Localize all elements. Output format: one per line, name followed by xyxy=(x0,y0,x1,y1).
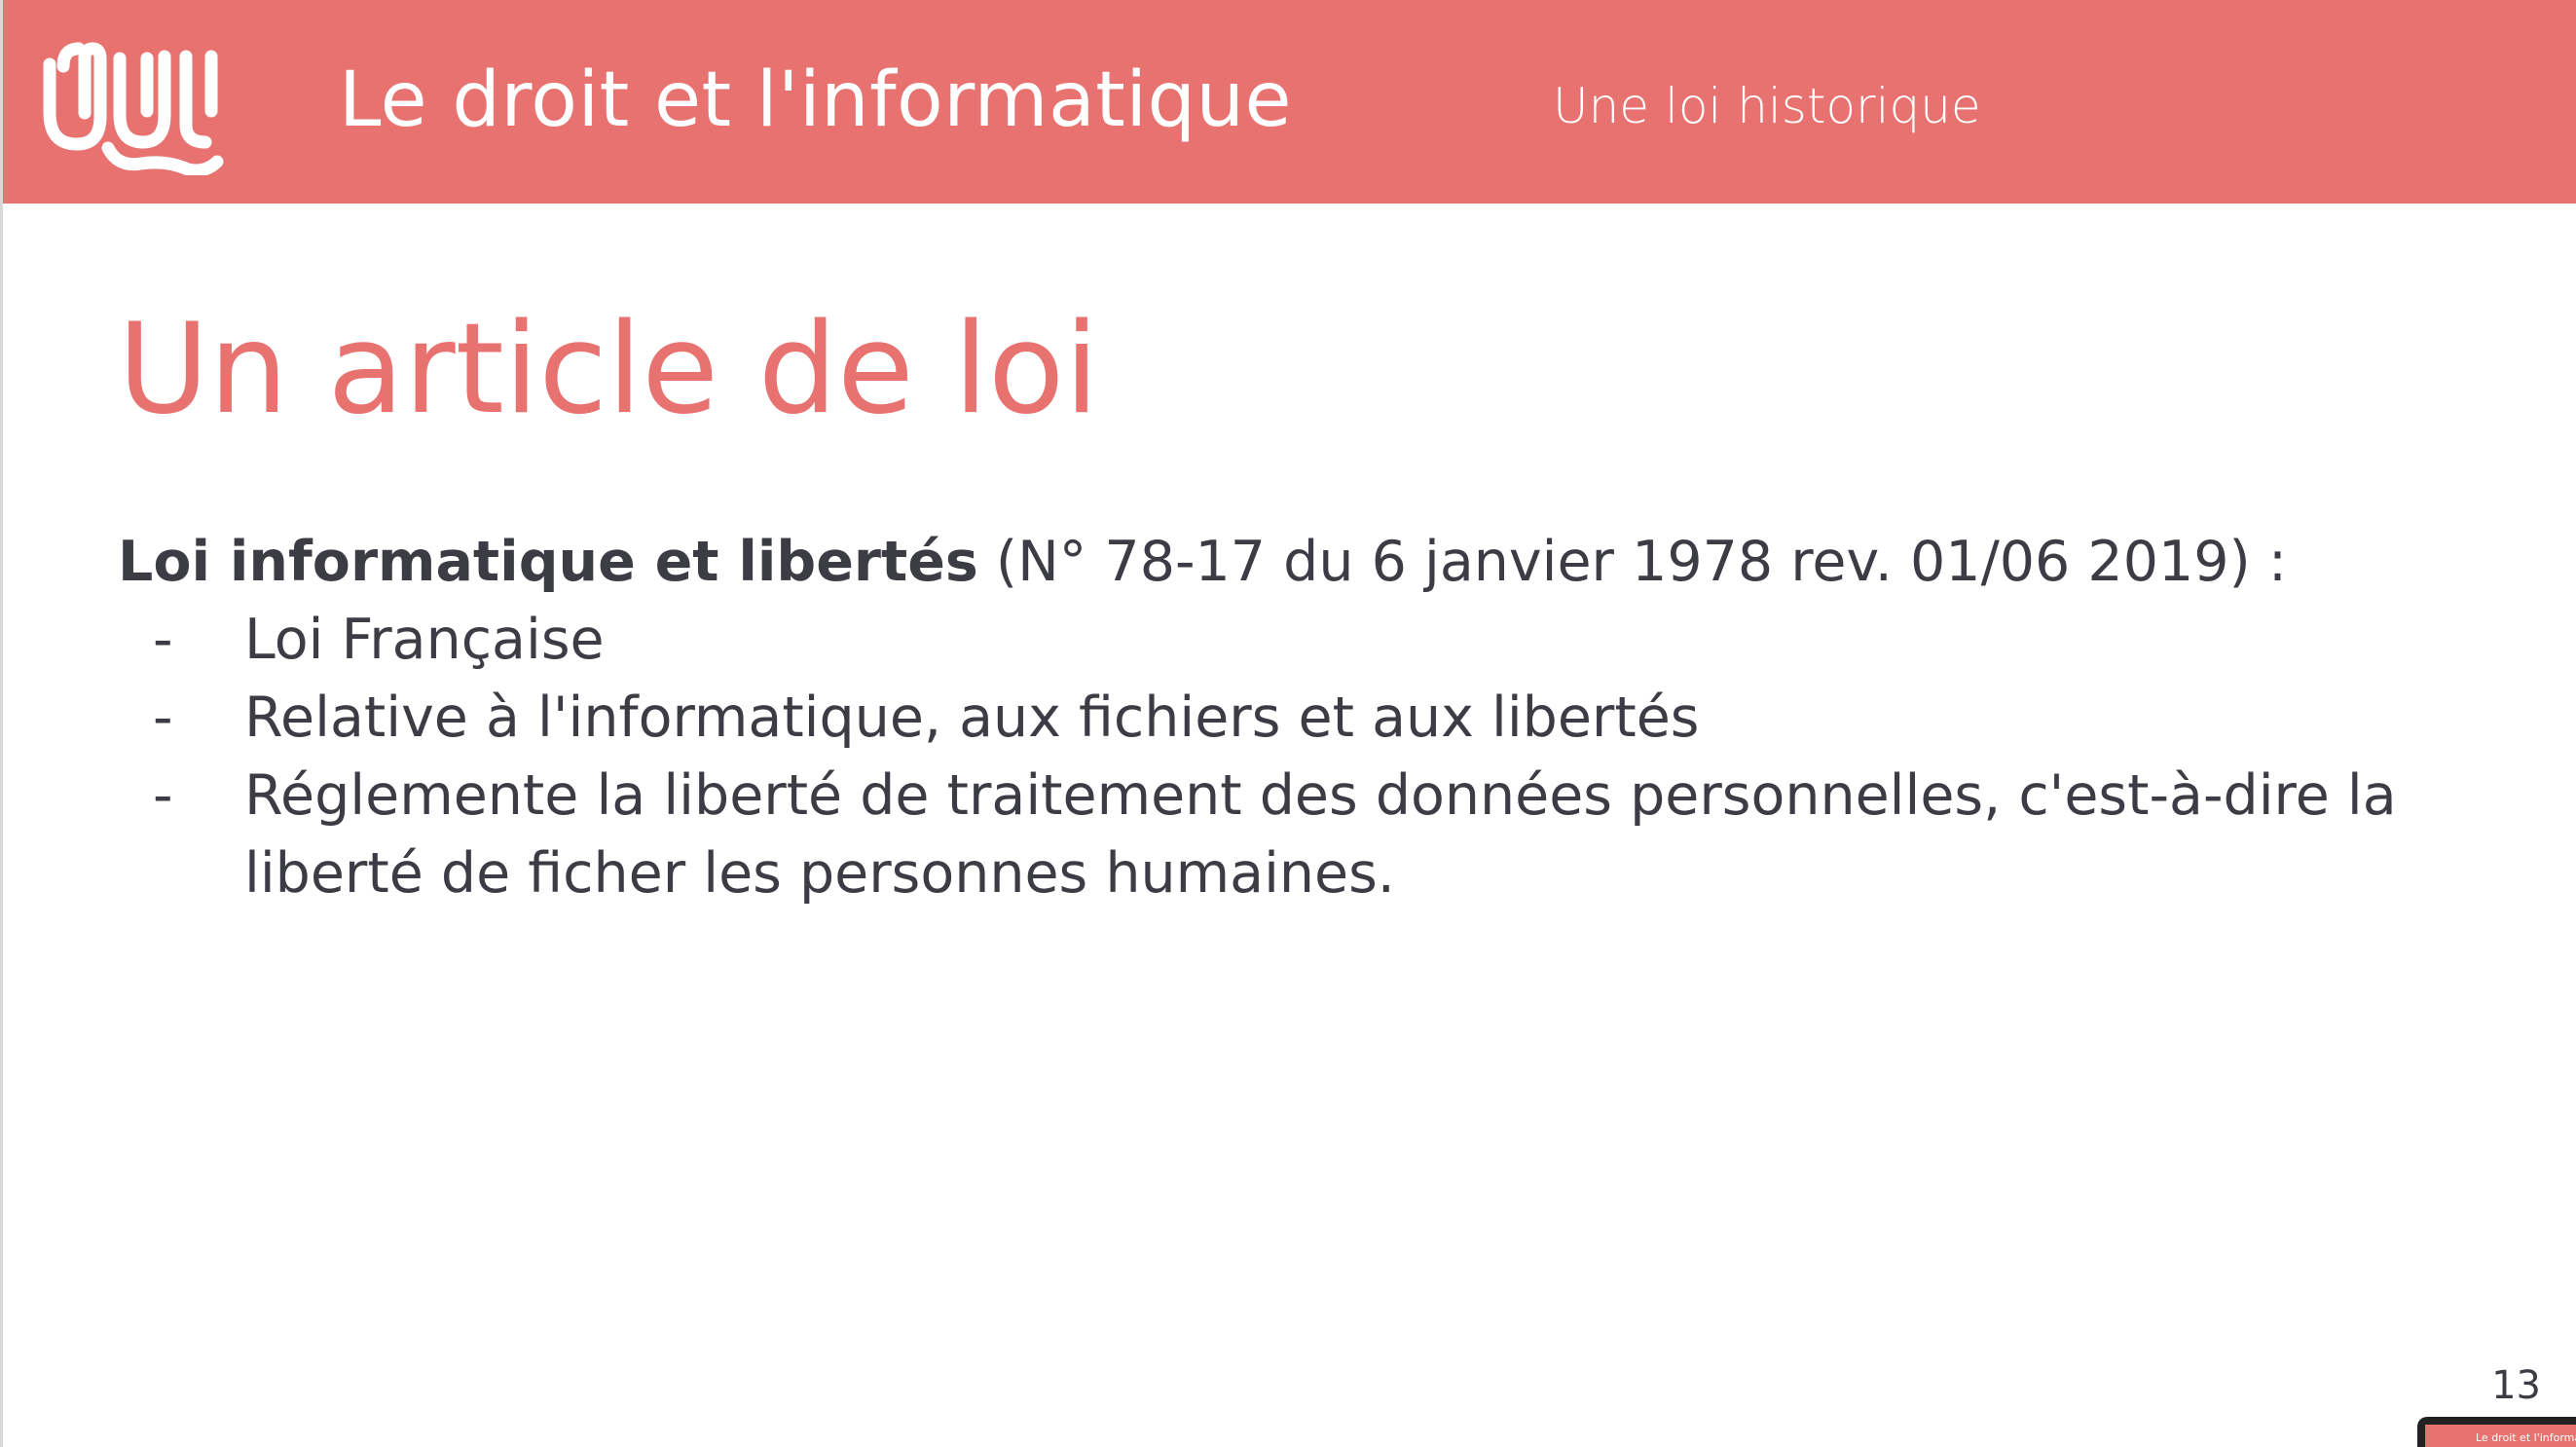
section-title: Une loi historique xyxy=(1553,78,1981,134)
slide: Le droit et l'informatique Une loi histo… xyxy=(0,0,2576,1447)
deck-title: Le droit et l'informatique xyxy=(339,56,1292,144)
slide-content: Loi informatique et libertés (N° 78-17 d… xyxy=(118,523,2493,912)
bullet-text: Loi Française xyxy=(244,608,605,672)
page-number: 13 xyxy=(2491,1363,2541,1408)
wave-logo-icon xyxy=(43,42,224,175)
bullet-item: - Loi Française xyxy=(118,601,2493,679)
bullet-text: Relative à l'informatique, aux fichiers … xyxy=(244,686,1700,750)
lead-rest-text: (N° 78-17 du 6 janvier 1978 rev. 01/06 2… xyxy=(977,530,2288,594)
slide-header: Le droit et l'informatique Une loi histo… xyxy=(3,0,2576,204)
lead-bold-text: Loi informatique et libertés xyxy=(118,530,978,594)
bullet-dash: - xyxy=(153,608,173,672)
slide-title: Un article de loi xyxy=(118,297,1099,442)
slide-thumbnail[interactable]: Le droit et l'informati xyxy=(2417,1417,2576,1447)
bullet-item: - Réglemente la liberté de traitement des… xyxy=(118,757,2493,912)
bullet-text: Réglemente la liberté de traitement des … xyxy=(244,763,2397,906)
bullet-item: - Relative à l'informatique, aux fichiers… xyxy=(118,679,2493,757)
thumbnail-title: Le droit et l'informati xyxy=(2476,1431,2576,1444)
lead-paragraph: Loi informatique et libertés (N° 78-17 d… xyxy=(118,523,2493,601)
bullet-dash: - xyxy=(153,763,173,828)
bullet-list: - Loi Française - Relative à l'informatiqu… xyxy=(118,601,2493,912)
bullet-dash: - xyxy=(153,686,173,750)
